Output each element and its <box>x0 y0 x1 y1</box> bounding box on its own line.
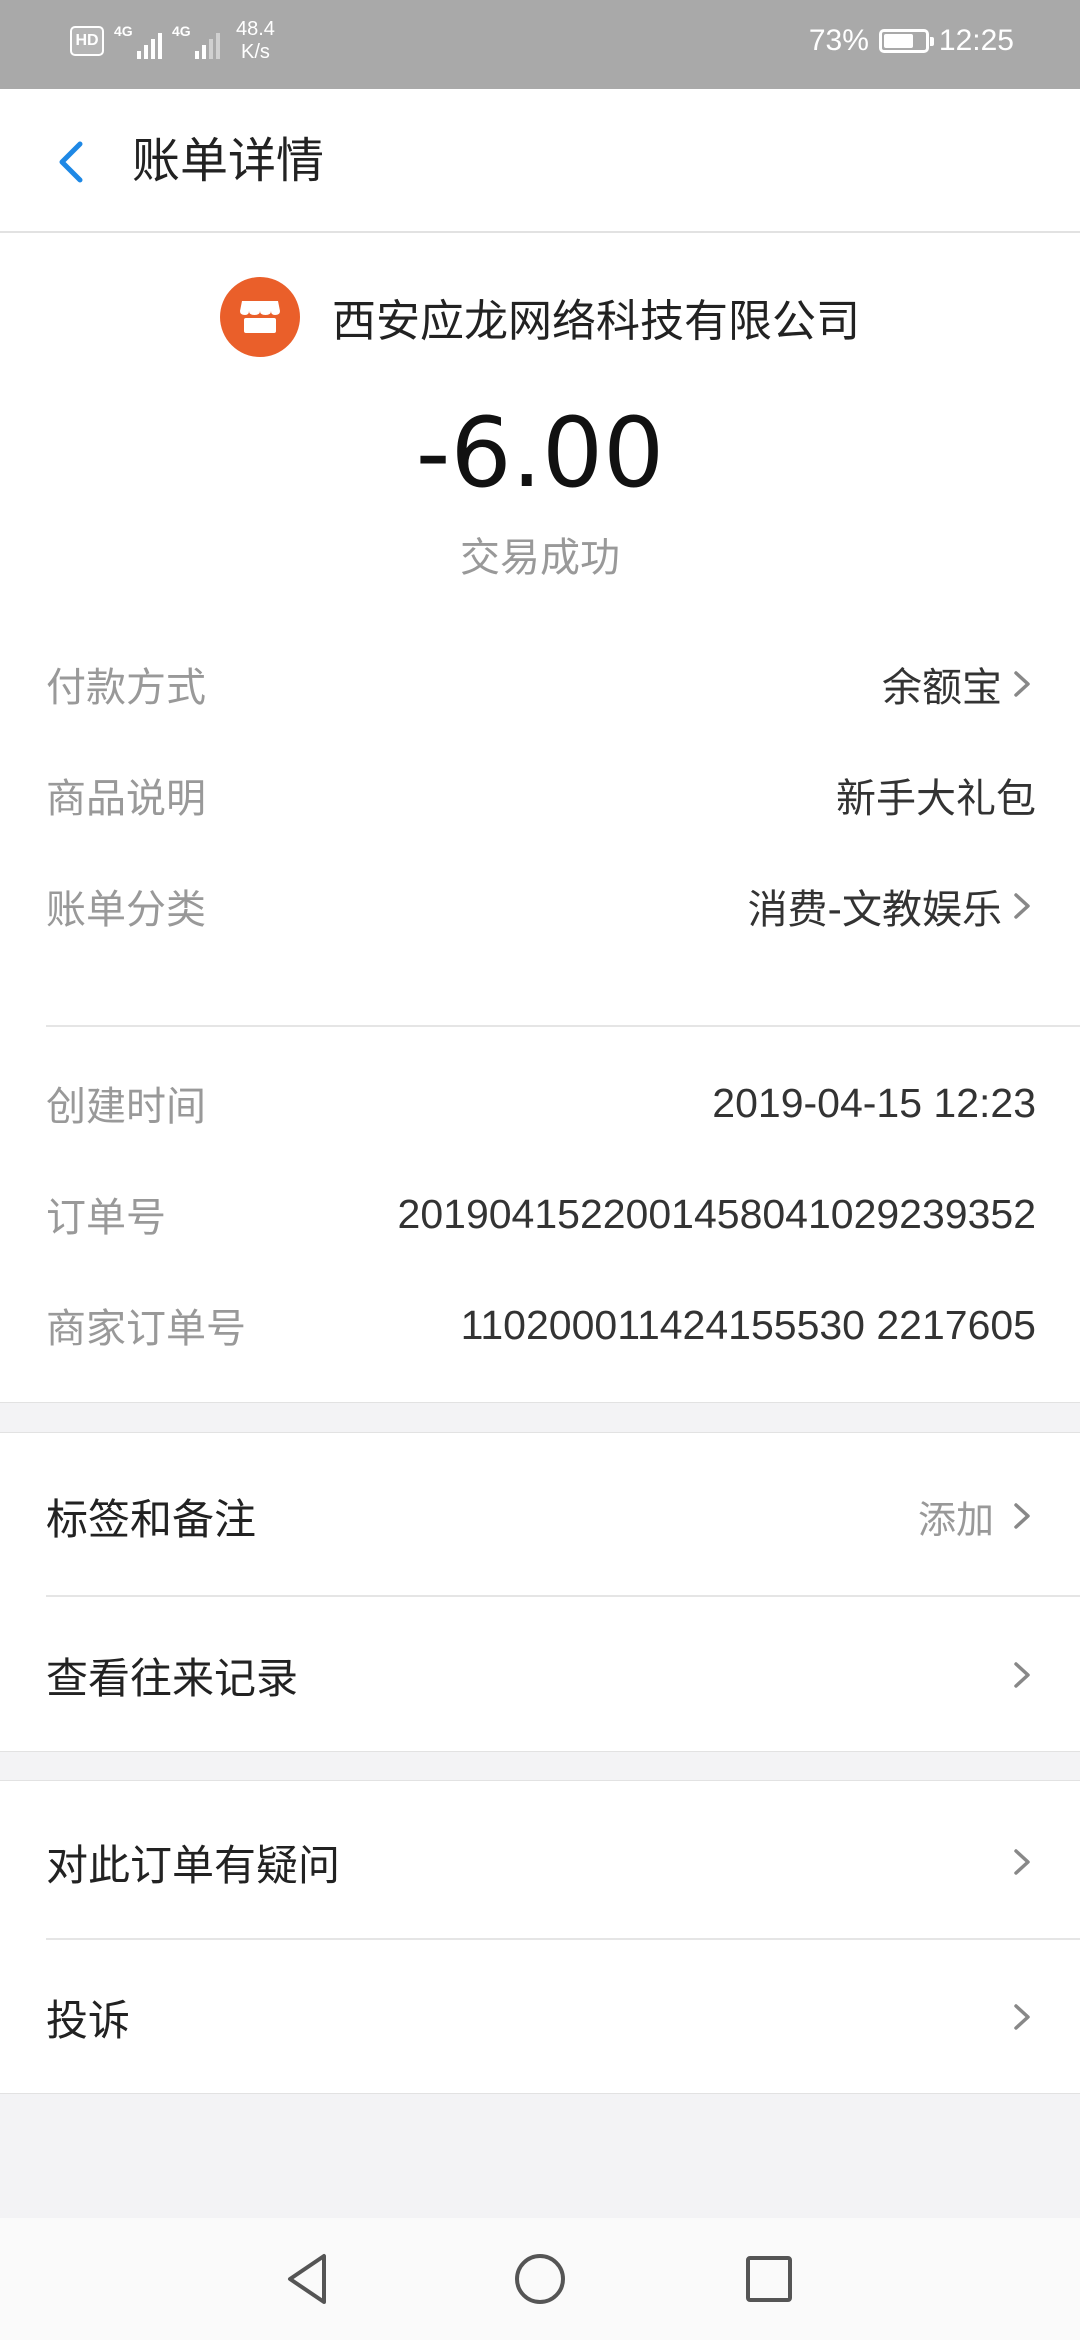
triangle-back-icon <box>288 2254 326 2304</box>
chevron-right-icon <box>1014 2004 1030 2030</box>
divider <box>46 1595 1080 1597</box>
system-nav-bar <box>0 2218 1080 2340</box>
action-right <box>1008 1655 1036 1695</box>
detail-row-bill-category[interactable]: 账单分类 消费-文教娱乐 <box>46 866 1036 946</box>
square-recent-icon <box>746 2256 792 2302</box>
network-type-label: 4G <box>172 23 191 39</box>
product-desc-value: 新手大礼包 <box>836 776 1036 822</box>
detail-label: 订单号 <box>46 1195 166 1241</box>
detail-label: 创建时间 <box>46 1084 206 1130</box>
network-speed: 48.4 K/s <box>236 18 275 64</box>
detail-row-product-desc: 商品说明 新手大礼包 <box>46 755 1036 835</box>
chevron-right-icon <box>1014 1503 1030 1529</box>
detail-row-created-time: 创建时间 2019-04-15 12:23 <box>46 1063 1036 1143</box>
title-bar: 账单详情 <box>0 89 1080 233</box>
action-label: 查看往来记录 <box>46 1653 299 1703</box>
signal-icon: 4G <box>114 23 162 59</box>
speed-unit: K/s <box>241 41 270 63</box>
chevron-right-icon <box>1014 671 1030 697</box>
action-group-2: 对此订单有疑问 投诉 <box>0 1780 1080 2094</box>
detail-value: 2019041522001458041029239352 <box>398 1191 1036 1238</box>
complaint-row[interactable]: 投诉 <box>46 1940 1036 2094</box>
transaction-status: 交易成功 <box>460 535 620 581</box>
action-right: 添加 <box>918 1489 1036 1544</box>
action-right <box>1008 1997 1036 2037</box>
action-group-1: 标签和备注 添加 查看往来记录 <box>0 1432 1080 1752</box>
detail-row-order-number: 订单号 2019041522001458041029239352 <box>46 1174 1036 1254</box>
clock: 12:25 <box>938 24 1014 57</box>
status-right: 73% 12:25 <box>809 24 1014 58</box>
signal-icon: 4G <box>172 23 220 59</box>
order-question-row[interactable]: 对此订单有疑问 <box>46 1785 1036 1939</box>
add-hint: 添加 <box>917 1497 994 1542</box>
page-title: 账单详情 <box>132 133 325 189</box>
nav-recent-button[interactable] <box>734 2244 804 2314</box>
merchant-order-number-value: 110200011424155530 2217605 <box>460 1301 1036 1348</box>
divider <box>46 1025 1080 1027</box>
payment-method-value: 余额宝 <box>882 665 1002 711</box>
detail-value: 新手大礼包 <box>836 766 1036 824</box>
detail-label: 商品说明 <box>46 776 206 822</box>
detail-label: 付款方式 <box>46 665 206 711</box>
store-icon <box>220 277 300 357</box>
bill-summary-card: 西安应龙网络科技有限公司 -6.00 交易成功 付款方式 余额宝 商品说明 新手… <box>0 233 1080 1403</box>
status-left: HD 4G 4G 48.4 K/s <box>70 18 275 64</box>
chevron-right-icon <box>1014 1662 1030 1688</box>
detail-value: 余额宝 <box>882 655 1036 713</box>
battery-icon <box>878 29 934 53</box>
chevron-right-icon <box>1014 1849 1030 1875</box>
network-type-label: 4G <box>114 23 133 39</box>
chevron-left-icon <box>59 141 83 183</box>
transaction-amount: -6.00 <box>415 397 665 509</box>
detail-row-payment-method[interactable]: 付款方式 余额宝 <box>46 644 1036 724</box>
status-bar: HD 4G 4G 48.4 K/s 73% 12:25 <box>0 0 1080 89</box>
merchant-name: 西安应龙网络科技有限公司 <box>332 296 860 347</box>
detail-value: 消费-文教娱乐 <box>748 877 1036 935</box>
bill-category-value: 消费-文教娱乐 <box>747 887 1002 933</box>
merchant-row[interactable]: 西安应龙网络科技有限公司 <box>0 277 1080 357</box>
nav-home-button[interactable] <box>505 2244 575 2314</box>
battery-percent: 73% <box>808 24 869 57</box>
action-right <box>1008 1842 1036 1882</box>
speed-value: 48.4 <box>236 18 275 40</box>
detail-row-merchant-order-number: 商家订单号 110200011424155530 2217605 <box>46 1285 1036 1365</box>
detail-label: 账单分类 <box>46 887 206 933</box>
action-label: 对此订单有疑问 <box>46 1840 341 1890</box>
back-button[interactable] <box>38 126 108 196</box>
detail-value: 110200011424155530 2217605 <box>461 1302 1036 1349</box>
detail-value: 2019-04-15 12:23 <box>712 1080 1036 1127</box>
battery-fill <box>883 34 913 48</box>
tags-and-notes-row[interactable]: 标签和备注 添加 <box>46 1439 1036 1593</box>
action-label: 标签和备注 <box>46 1494 257 1544</box>
order-number-value: 2019041522001458041029239352 <box>397 1190 1036 1237</box>
circle-home-icon <box>515 2254 565 2304</box>
nav-back-button[interactable] <box>274 2244 344 2314</box>
action-label: 投诉 <box>46 1995 131 2045</box>
chevron-right-icon <box>1014 893 1030 919</box>
view-history-row[interactable]: 查看往来记录 <box>46 1598 1036 1752</box>
created-time-value: 2019-04-15 12:23 <box>712 1079 1036 1126</box>
hd-badge: HD <box>70 26 104 56</box>
detail-label: 商家订单号 <box>46 1306 246 1352</box>
